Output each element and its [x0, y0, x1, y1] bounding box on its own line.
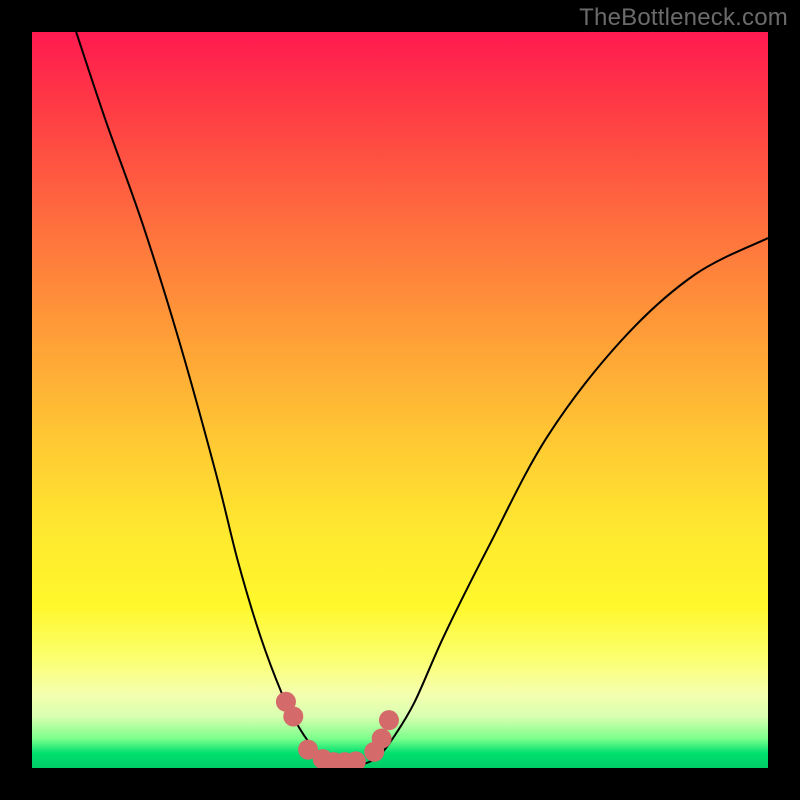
valley-dot: [379, 710, 399, 730]
chart-frame: TheBottleneck.com: [0, 0, 800, 800]
valley-dot-group: [276, 692, 399, 768]
plot-area: [32, 32, 768, 768]
watermark-text: TheBottleneck.com: [579, 4, 788, 32]
valley-dot: [372, 729, 392, 749]
curve-layer: [32, 32, 768, 768]
right-curve-path: [363, 238, 768, 764]
left-curve-path: [76, 32, 345, 764]
valley-dot: [283, 706, 303, 726]
